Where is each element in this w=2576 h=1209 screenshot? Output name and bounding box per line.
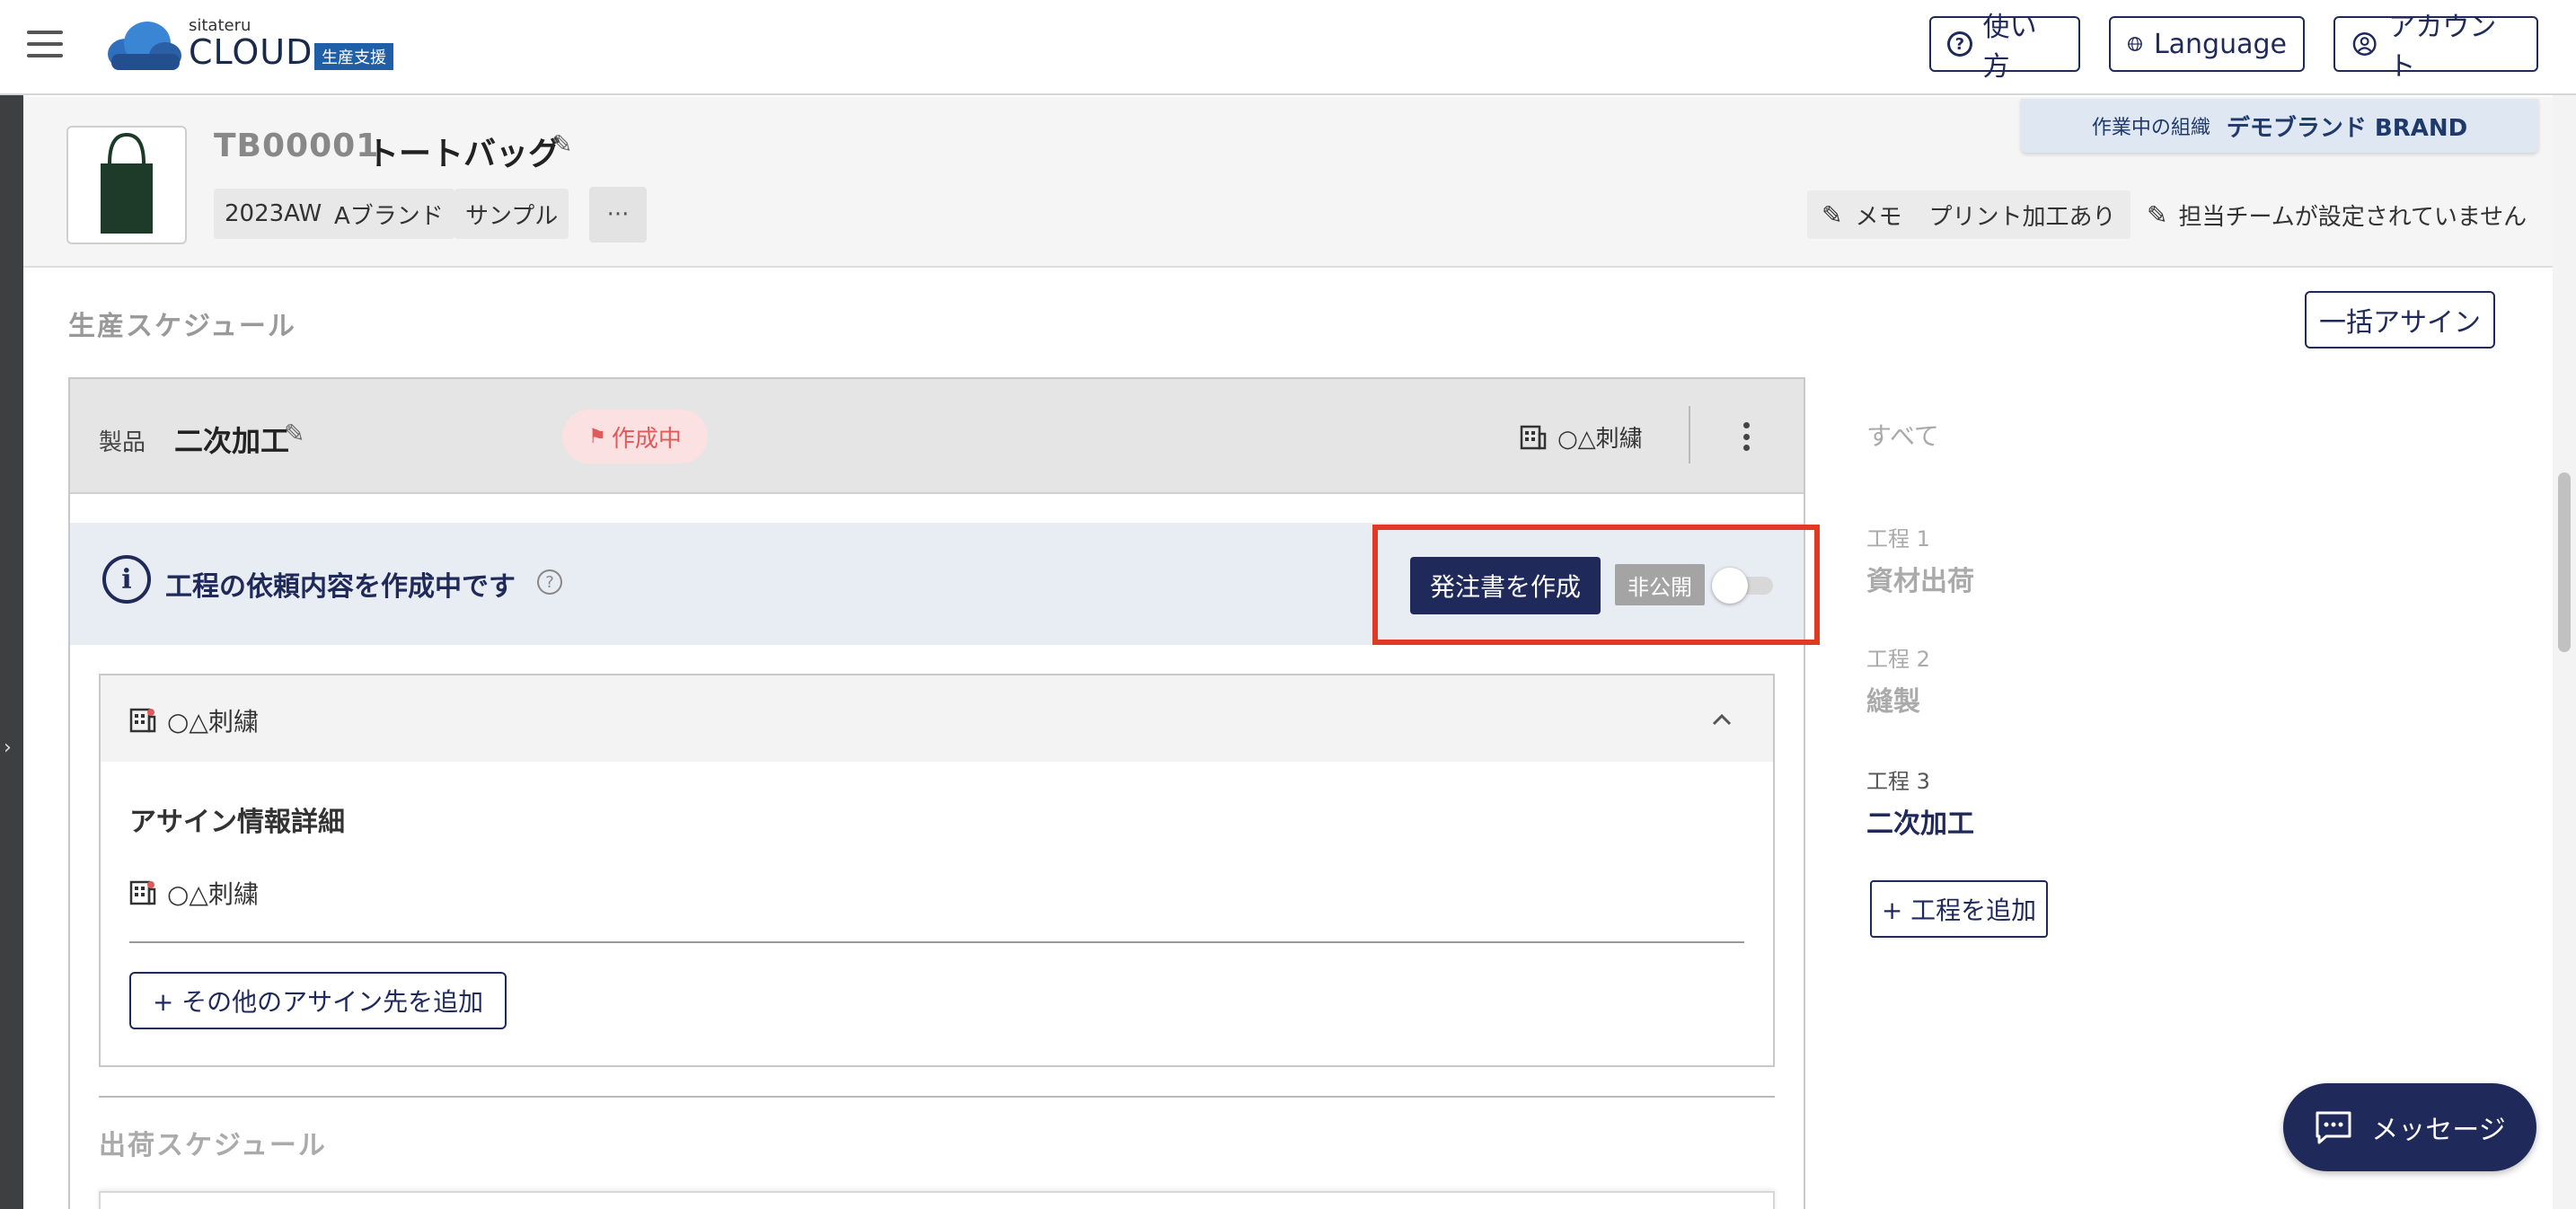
logo-badge: 生産支援: [314, 43, 393, 70]
building-icon: [129, 708, 156, 733]
language-button-label: Language: [2153, 28, 2287, 60]
chat-icon: [2316, 1111, 2351, 1144]
pencil-icon: ✎: [1822, 199, 1843, 230]
add-step-button[interactable]: + 工程を追加: [1870, 880, 2048, 938]
step-item-material[interactable]: 資材出荷: [1866, 559, 1974, 598]
org-name: デモブランド BRAND: [2226, 114, 2468, 142]
assignment-detail-title: アサイン情報詳細: [129, 807, 345, 838]
cloud-logo-icon: [108, 22, 181, 70]
shipping-card: [99, 1191, 1775, 1209]
bulk-assign-button[interactable]: 一括アサイン: [2305, 291, 2495, 349]
memo-text: プリント加工あり: [1928, 203, 2116, 231]
product-name: トートバッグ: [366, 136, 561, 172]
factory-label: ○△刺繍: [1520, 420, 1643, 454]
scrollbar-thumb[interactable]: [2558, 472, 2571, 652]
language-button[interactable]: Language: [2109, 16, 2305, 72]
side-rail[interactable]: ›: [0, 95, 23, 1209]
process-type-label: 製品: [99, 429, 146, 456]
private-label: 非公開: [1615, 564, 1705, 605]
account-button[interactable]: アカウント: [2333, 12, 2538, 83]
publish-toggle[interactable]: [1712, 566, 1775, 604]
product-tag: サンプル: [454, 189, 569, 239]
message-button-label: メッセージ: [2371, 1115, 2506, 1146]
pencil-icon: ✎: [2147, 199, 2168, 230]
help-icon[interactable]: ?: [537, 569, 562, 595]
info-text: 工程の依頼内容を作成中です: [165, 571, 516, 603]
team-setting-button[interactable]: ✎ 担当チームが設定されていません: [2147, 190, 2527, 239]
assignment-header[interactable]: [101, 675, 1773, 762]
app-logo[interactable]: sitateru CLOUD 生産支援: [106, 16, 411, 77]
assignment-factory: ○△刺繍: [129, 702, 259, 738]
more-options-icon[interactable]: [1737, 419, 1755, 454]
memo-label: メモ: [1855, 203, 1902, 231]
divider: [99, 1096, 1775, 1098]
add-assignee-button[interactable]: + その他のアサイン先を追加: [129, 972, 507, 1029]
team-text: 担当チームが設定されていません: [2178, 203, 2527, 231]
globe-icon: [2128, 37, 2142, 51]
help-button[interactable]: ? 使い方: [1929, 12, 2080, 83]
factory-name: ○△刺繍: [1557, 426, 1643, 453]
step-item-sewing[interactable]: 縫製: [1866, 679, 1920, 719]
tote-bag-image: [101, 132, 153, 234]
account-icon: [2352, 32, 2377, 56]
edit-process-icon[interactable]: ✎: [284, 419, 304, 448]
assignment-factory-name: ○△刺繍: [167, 707, 259, 737]
edit-product-name-icon[interactable]: ✎: [551, 129, 572, 159]
step-label: 工程 1: [1866, 526, 1930, 552]
process-title: 二次加工: [174, 424, 290, 458]
info-icon: i: [102, 555, 151, 604]
shipping-schedule-title: 出荷スケジュール: [99, 1130, 327, 1161]
building-icon: [129, 880, 156, 905]
memo-button[interactable]: ✎ メモ プリント加工あり: [1807, 190, 2130, 239]
logo-title: CLOUD: [189, 32, 313, 72]
step-label: 工程 3: [1866, 769, 1930, 794]
divider: [1689, 406, 1690, 463]
more-tags-button[interactable]: ···: [589, 187, 647, 243]
status-badge: ⚑ 作成中: [562, 410, 708, 463]
assignment-detail-factory-name: ○△刺繍: [167, 879, 259, 909]
product-tag: Aブランド: [323, 189, 454, 239]
divider: [129, 941, 1744, 943]
product-thumbnail[interactable]: [66, 126, 187, 244]
status-text: 作成中: [611, 425, 682, 453]
product-tag: 2023AW: [214, 189, 333, 239]
building-icon: [1520, 425, 1547, 449]
help-icon: ?: [1947, 31, 1972, 57]
account-button-label: アカウント: [2388, 12, 2497, 83]
org-indicator: 作業中の組織 デモブランド BRAND: [2021, 99, 2538, 153]
app-header: sitateru CLOUD 生産支援 ? 使い方 Language アカウント: [0, 0, 2576, 95]
product-code: TB00001: [214, 128, 380, 164]
menu-icon[interactable]: [27, 31, 63, 59]
step-label: 工程 2: [1866, 647, 1930, 672]
chevron-up-icon[interactable]: [1708, 706, 1735, 733]
create-order-button[interactable]: 発注書を作成: [1410, 557, 1601, 614]
steps-all-link[interactable]: すべて: [1866, 417, 1939, 453]
org-label: 作業中の組織: [2091, 117, 2210, 139]
assignment-detail-factory: ○△刺繍: [129, 875, 259, 911]
section-title: 生産スケジュール: [68, 311, 296, 342]
expand-arrow-icon[interactable]: ›: [4, 737, 12, 759]
message-button[interactable]: メッセージ: [2283, 1083, 2536, 1171]
flag-icon: ⚑: [588, 425, 606, 448]
step-item-secondary[interactable]: 二次加工: [1866, 801, 1974, 841]
help-button-label: 使い方: [1982, 12, 2037, 83]
scrollbar[interactable]: [2553, 95, 2576, 1209]
